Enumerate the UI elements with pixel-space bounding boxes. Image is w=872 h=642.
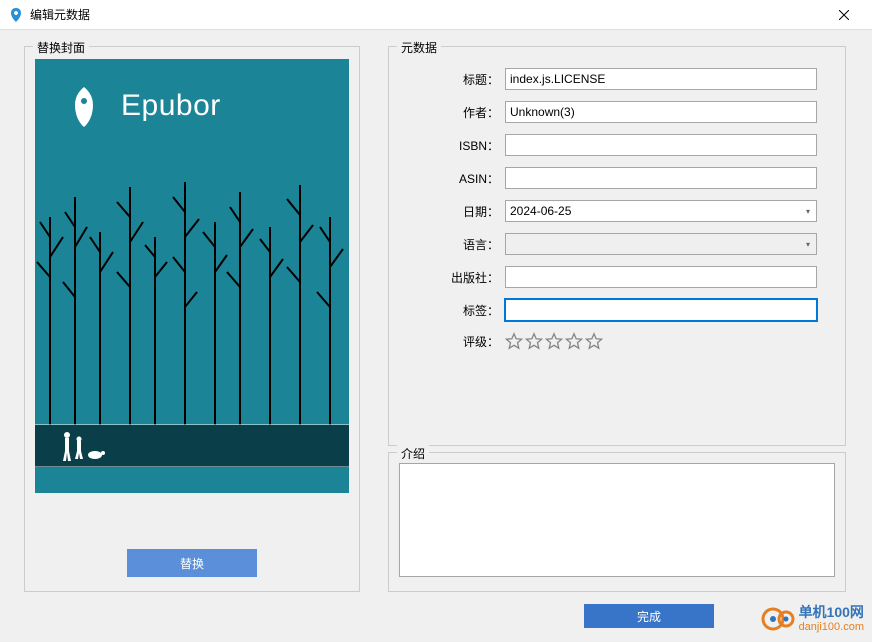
- close-button[interactable]: [824, 0, 864, 30]
- title-label: 标题：: [399, 71, 505, 88]
- tags-row: 标签：: [399, 299, 835, 321]
- titlebar-left: 编辑元数据: [8, 6, 90, 23]
- chevron-down-icon: ▾: [806, 240, 812, 249]
- publisher-row: 出版社：: [399, 266, 835, 288]
- star-icon[interactable]: [545, 332, 563, 350]
- intro-textarea[interactable]: [399, 463, 835, 577]
- finish-row: 完成: [584, 604, 714, 628]
- intro-fieldset: 介绍: [388, 452, 846, 592]
- tags-label: 标签：: [399, 302, 505, 319]
- finish-button[interactable]: 完成: [584, 604, 714, 628]
- rating-stars[interactable]: [505, 332, 603, 350]
- epubor-logo-icon: [61, 83, 107, 129]
- rating-label: 评级：: [399, 333, 505, 350]
- language-select[interactable]: ▾: [505, 233, 817, 255]
- language-row: 语言： ▾: [399, 233, 835, 255]
- watermark: 单机100网 danji100.com: [761, 602, 864, 636]
- cover-header: Epubor: [61, 83, 221, 129]
- titlebar: 编辑元数据: [0, 0, 872, 30]
- star-icon[interactable]: [565, 332, 583, 350]
- cover-image[interactable]: Epubor: [35, 59, 349, 493]
- asin-input[interactable]: [505, 167, 817, 189]
- author-input[interactable]: [505, 101, 817, 123]
- date-value: 2024-06-25: [510, 204, 571, 218]
- date-label: 日期：: [399, 203, 505, 220]
- chevron-down-icon: ▾: [806, 207, 812, 216]
- tags-input[interactable]: [505, 299, 817, 321]
- rating-row: 评级：: [399, 332, 835, 350]
- date-select[interactable]: 2024-06-25 ▾: [505, 200, 817, 222]
- publisher-label: 出版社：: [399, 269, 505, 286]
- metadata-legend: 元数据: [397, 39, 441, 56]
- asin-row: ASIN：: [399, 167, 835, 189]
- intro-legend: 介绍: [397, 445, 429, 462]
- watermark-icon: [761, 602, 795, 636]
- asin-label: ASIN：: [399, 170, 505, 187]
- star-icon[interactable]: [505, 332, 523, 350]
- window-title: 编辑元数据: [30, 6, 90, 23]
- content: 替换封面 Epubor: [0, 30, 872, 602]
- cover-legend: 替换封面: [33, 39, 89, 56]
- author-row: 作者：: [399, 101, 835, 123]
- replace-cover-button[interactable]: 替换: [127, 549, 257, 577]
- star-icon[interactable]: [585, 332, 603, 350]
- cover-figures-art: [59, 429, 109, 463]
- language-label: 语言：: [399, 236, 505, 253]
- publisher-input[interactable]: [505, 266, 817, 288]
- watermark-line2: danji100.com: [799, 621, 864, 633]
- metadata-fieldset: 元数据 标题： 作者： ISBN： ASIN： 日期： 2024-06-2: [388, 46, 846, 446]
- cover-brand-text: Epubor: [121, 89, 221, 123]
- right-column: 元数据 标题： 作者： ISBN： ASIN： 日期： 2024-06-2: [388, 46, 846, 592]
- star-icon[interactable]: [525, 332, 543, 350]
- close-icon: [839, 10, 849, 20]
- date-row: 日期： 2024-06-25 ▾: [399, 200, 835, 222]
- cover-trees-art: [35, 177, 349, 457]
- isbn-label: ISBN：: [399, 137, 505, 154]
- author-label: 作者：: [399, 104, 505, 121]
- cover-bottom-strip: [35, 467, 349, 493]
- watermark-line1: 单机100网: [799, 605, 864, 620]
- title-input[interactable]: [505, 68, 817, 90]
- isbn-input[interactable]: [505, 134, 817, 156]
- app-icon: [8, 7, 24, 23]
- title-row: 标题：: [399, 68, 835, 90]
- isbn-row: ISBN：: [399, 134, 835, 156]
- watermark-text: 单机100网 danji100.com: [799, 605, 864, 632]
- cover-fieldset: 替换封面 Epubor: [24, 46, 360, 592]
